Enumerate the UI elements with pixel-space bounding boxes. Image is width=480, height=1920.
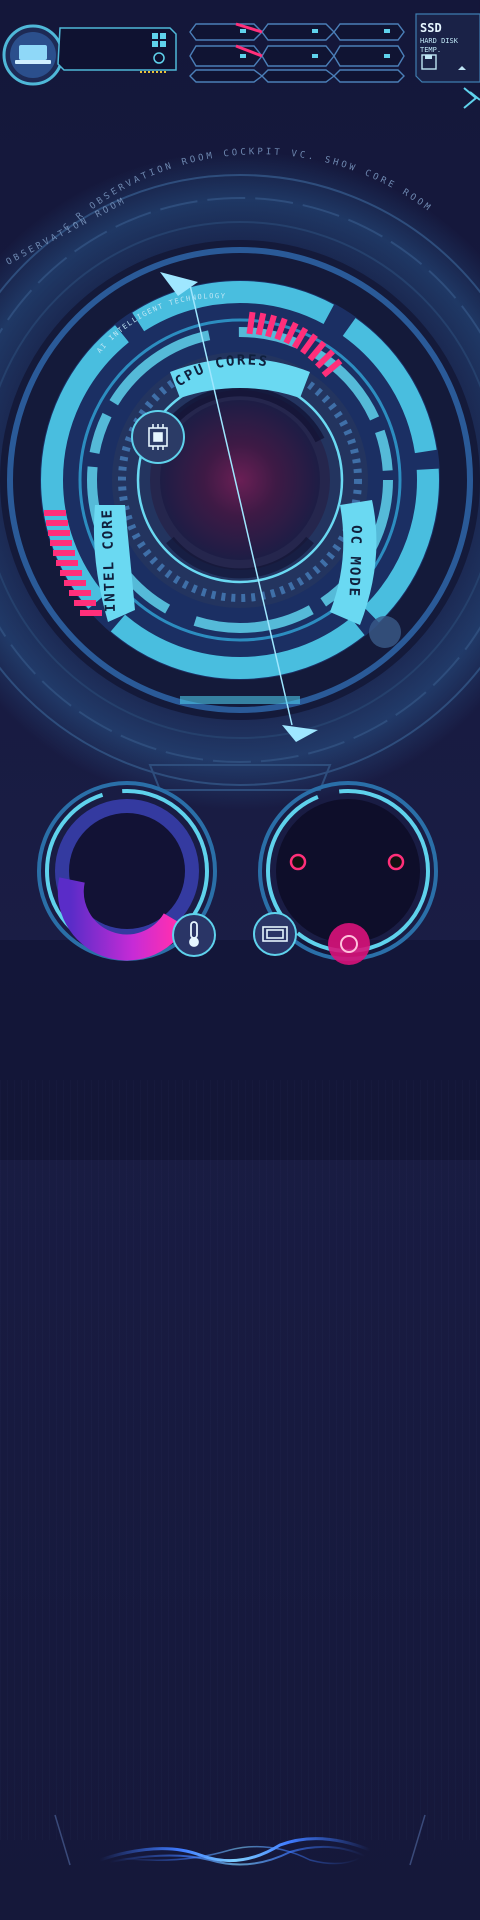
profile-avatar[interactable] [2,24,64,86]
edge-chevrons [463,87,480,109]
memory-button[interactable] [253,912,297,956]
status-slot[interactable] [189,69,264,83]
status-slot[interactable] [333,23,405,41]
ring-knob[interactable] [369,616,401,648]
status-slot[interactable] [333,45,405,67]
status-slot[interactable] [261,69,336,83]
status-slot[interactable] [261,23,335,41]
status-slot[interactable] [333,69,405,83]
header: SSD HARD DISK TEMP. [2,13,480,109]
hud-graphics: SSD HARD DISK TEMP. C.R OBSERVATION ROOM… [0,13,480,1866]
status-hex-grid [189,22,405,83]
oc-mode-label: OC MODE [345,525,364,599]
hud-screen: SSD HARD DISK TEMP. C.R OBSERVATION ROOM… [0,0,480,1920]
ssd-panel[interactable]: SSD HARD DISK TEMP. [415,13,480,83]
cpu-chip-button[interactable] [131,410,185,464]
status-slot[interactable] [189,23,263,41]
power-button[interactable] [328,923,370,965]
hard-disk-label: HARD DISK [420,37,459,45]
audio-wave [54,1814,426,1866]
laptop-icon [15,45,51,64]
status-slot[interactable] [189,45,263,67]
temp-label: TEMP. [420,46,441,54]
power-gauge[interactable] [253,781,438,965]
status-slot[interactable] [261,45,335,67]
thermometer-button[interactable] [172,913,216,957]
info-panel [57,27,177,73]
indicator-dot-right [387,853,405,871]
ssd-label: SSD [420,21,442,35]
main-dial: C.R OBSERVATION ROOM COCKPIT VC. SHOW CO… [0,147,480,810]
indicator-dot-left [289,853,307,871]
temperature-gauge[interactable] [37,781,217,961]
